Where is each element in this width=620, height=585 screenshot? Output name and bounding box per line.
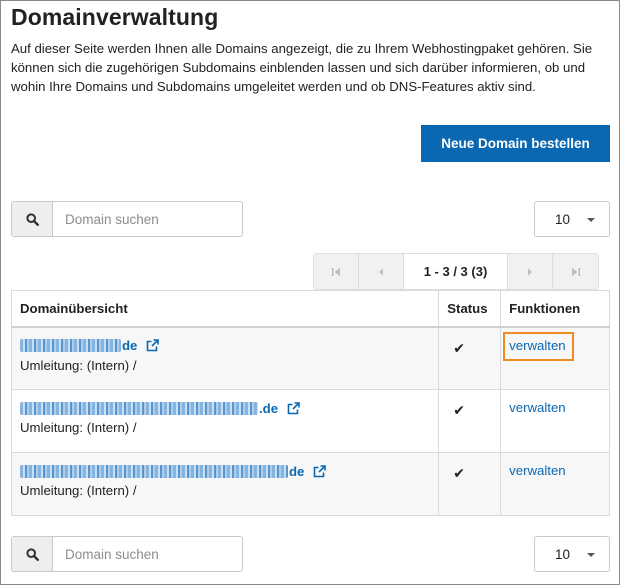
page-size-select-top[interactable]: 10 xyxy=(534,201,610,237)
functions-cell: verwalten xyxy=(500,326,610,390)
table-header-row: Domainübersicht Status Funktionen xyxy=(10,290,610,328)
external-link-icon[interactable] xyxy=(146,339,160,352)
redirect-info: Umleitung: (Intern) / xyxy=(20,357,137,373)
check-icon: ✔ xyxy=(453,402,465,418)
next-page-button[interactable] xyxy=(508,254,553,289)
prev-page-button[interactable] xyxy=(359,254,404,289)
status-cell: ✔ xyxy=(438,389,502,453)
first-page-button[interactable] xyxy=(314,254,359,289)
redirect-info: Umleitung: (Intern) / xyxy=(20,420,137,435)
column-header-status: Status xyxy=(438,290,502,328)
redacted-domain-name xyxy=(20,339,121,352)
page-intro: Auf dieser Seite werden Ihnen alle Domai… xyxy=(11,41,593,94)
page-size-select-bottom[interactable]: 10 xyxy=(534,536,610,572)
chevron-down-icon xyxy=(587,553,595,557)
order-domain-button[interactable]: Neue Domain bestellen xyxy=(421,125,610,162)
check-icon: ✔ xyxy=(453,339,465,356)
first-page-icon xyxy=(332,267,340,276)
page-title: Domainverwaltung xyxy=(11,4,219,30)
status-cell: ✔ xyxy=(438,452,502,516)
domain-table: Domainübersicht Status Funktionen de Uml… xyxy=(10,290,610,516)
search-icon xyxy=(25,547,39,561)
domain-tld: de xyxy=(289,463,305,479)
next-page-icon xyxy=(528,268,532,275)
redacted-domain-name xyxy=(20,401,258,415)
column-header-domain: Domainübersicht xyxy=(10,290,440,328)
external-link-icon[interactable] xyxy=(287,401,300,415)
functions-cell: verwalten xyxy=(500,452,610,516)
domain-tld: de xyxy=(122,338,138,353)
last-page-icon xyxy=(571,267,580,276)
domain-cell: de Umleitung: (Intern) / xyxy=(10,326,440,390)
page-size-value: 10 xyxy=(555,546,571,562)
status-cell: ✔ xyxy=(438,326,502,390)
manage-link[interactable]: verwalten xyxy=(503,331,574,361)
domain-link[interactable]: .de xyxy=(20,401,278,416)
search-button[interactable] xyxy=(12,202,53,236)
domain-link[interactable]: de xyxy=(20,464,304,479)
domain-cell: de Umleitung: (Intern) / xyxy=(10,452,440,516)
domain-search-input[interactable] xyxy=(53,202,242,236)
search-icon xyxy=(25,212,39,226)
pagination-info: 1 - 3 / 3 (3) xyxy=(404,254,508,289)
functions-cell: verwalten xyxy=(500,389,610,453)
table-row: de Umleitung: (Intern) / ✔ verwalten xyxy=(10,452,610,516)
domain-cell: .de Umleitung: (Intern) / xyxy=(10,389,440,453)
check-icon: ✔ xyxy=(453,465,465,481)
domain-search-input[interactable] xyxy=(53,537,242,571)
table-row: de Umleitung: (Intern) / ✔ verwalten xyxy=(10,326,610,390)
external-link-icon[interactable] xyxy=(313,464,327,478)
search-box-top xyxy=(11,201,243,237)
domain-link[interactable]: de xyxy=(20,338,137,353)
redacted-domain-name xyxy=(20,464,288,478)
redirect-info: Umleitung: (Intern) / xyxy=(20,483,137,498)
table-row: .de Umleitung: (Intern) / ✔ verwalten xyxy=(10,389,610,453)
manage-link[interactable]: verwalten xyxy=(505,461,569,480)
prev-page-icon xyxy=(379,268,383,275)
chevron-down-icon xyxy=(587,218,595,222)
pagination: 1 - 3 / 3 (3) xyxy=(313,253,599,290)
manage-link[interactable]: verwalten xyxy=(505,398,569,417)
last-page-button[interactable] xyxy=(553,254,598,289)
page-size-value: 10 xyxy=(555,211,571,227)
column-header-functions: Funktionen xyxy=(500,290,610,328)
search-button[interactable] xyxy=(12,537,53,571)
domain-tld: .de xyxy=(259,400,279,416)
search-box-bottom xyxy=(11,536,243,572)
